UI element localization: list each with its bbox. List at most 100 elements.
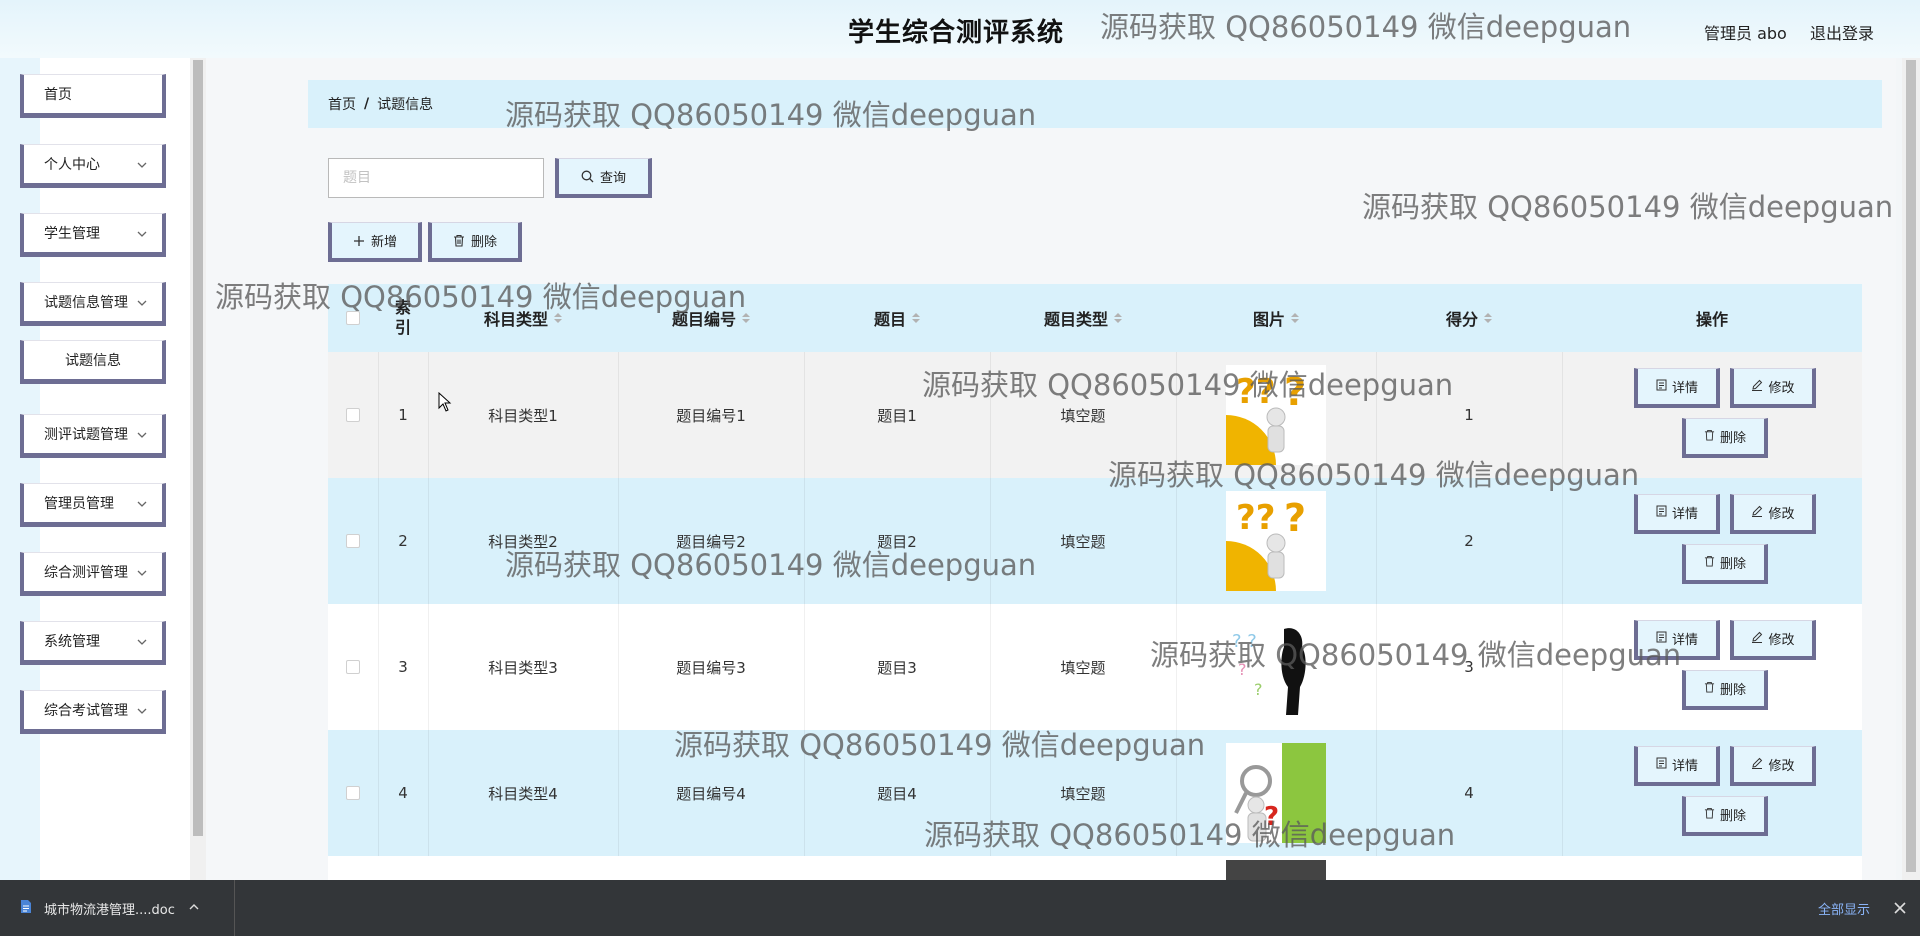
cell-score: 2 xyxy=(1376,478,1563,604)
column-header-score[interactable]: 得分 xyxy=(1376,284,1562,352)
sidebar-item-label: 学生管理 xyxy=(44,226,100,242)
column-header-subject[interactable]: 科目类型 xyxy=(428,284,618,352)
column-header-label: 索引 xyxy=(394,298,411,337)
delete-button-label: 删除 xyxy=(1719,557,1746,572)
column-header-label: 题目编号 xyxy=(671,310,736,329)
show-all-downloads-button[interactable]: 全部显示 xyxy=(1804,891,1884,925)
row-delete-button[interactable]: 删除 xyxy=(1682,544,1768,584)
sidebar-item-system-management[interactable]: 系统管理 xyxy=(20,621,166,665)
svg-text:?: ? xyxy=(1284,370,1306,414)
chevron-down-icon xyxy=(134,565,150,581)
question-mark-person-image[interactable]: ?? ? xyxy=(1226,365,1326,465)
detail-button[interactable]: 详情 xyxy=(1634,494,1720,534)
main-scrollbar[interactable] xyxy=(1902,58,1920,880)
silhouette-question-image[interactable]: ? ? ? ? xyxy=(1226,617,1326,717)
scrollbar-thumb[interactable] xyxy=(1906,60,1916,872)
edit-button-label: 修改 xyxy=(1768,507,1795,522)
row-delete-button[interactable]: 删除 xyxy=(1682,796,1768,836)
cell-question-type: 填空题 xyxy=(990,604,1177,730)
sidebar-item-personal-center[interactable]: 个人中心 xyxy=(20,144,166,188)
search-input[interactable] xyxy=(328,158,544,198)
column-header-question[interactable]: 题目 xyxy=(804,284,990,352)
table-row: 2 科目类型2 题目编号2 题目2 填空题 ?? ? 2 详情 修改 删除 xyxy=(328,478,1862,604)
select-all-checkbox[interactable] xyxy=(346,311,360,325)
cell-subject: 科目类型3 xyxy=(428,604,619,730)
sidebar-item-exam-management[interactable]: 综合考试管理 xyxy=(20,690,166,734)
question-mark-person-image[interactable]: ?? ? xyxy=(1226,491,1326,591)
cell-index: 2 xyxy=(378,478,429,604)
document-icon xyxy=(1656,631,1667,647)
batch-delete-button[interactable]: 删除 xyxy=(428,222,522,262)
sidebar-item-eval-questions[interactable]: 测评试题管理 xyxy=(20,414,166,458)
row-delete-button[interactable]: 删除 xyxy=(1682,418,1768,458)
document-icon xyxy=(1656,379,1667,395)
column-header-index: 索引 xyxy=(378,284,428,352)
trash-icon xyxy=(1704,681,1715,697)
column-header-image[interactable]: 图片 xyxy=(1176,284,1376,352)
cell-index: 3 xyxy=(378,604,429,730)
sidebar-item-student-management[interactable]: 学生管理 xyxy=(20,213,166,257)
edit-button[interactable]: 修改 xyxy=(1730,746,1816,786)
svg-text:?: ? xyxy=(1238,660,1247,679)
detail-button-label: 详情 xyxy=(1671,507,1698,522)
row-checkbox[interactable] xyxy=(346,408,360,422)
scrollbar-thumb[interactable] xyxy=(193,60,203,836)
cell-question-type: 填空题 xyxy=(990,352,1177,478)
cell-score: 3 xyxy=(1376,604,1563,730)
trash-icon xyxy=(453,234,465,247)
cell-image: ?? ? xyxy=(1176,352,1377,478)
column-header-label: 图片 xyxy=(1252,310,1285,329)
row-select[interactable] xyxy=(328,730,379,856)
sidebar-item-question-info[interactable]: 试题信息 xyxy=(20,340,166,384)
sort-icon[interactable] xyxy=(912,313,920,323)
row-checkbox[interactable] xyxy=(346,534,360,548)
add-button[interactable]: 新增 xyxy=(328,222,422,262)
chevron-down-icon xyxy=(134,634,150,650)
row-image-partial xyxy=(1226,860,1326,880)
edit-button[interactable]: 修改 xyxy=(1730,620,1816,660)
breadcrumb-home[interactable]: 首页 xyxy=(328,94,356,114)
detail-button[interactable]: 详情 xyxy=(1634,368,1720,408)
edit-button-label: 修改 xyxy=(1768,759,1795,774)
sort-icon[interactable] xyxy=(1114,313,1122,323)
row-select[interactable] xyxy=(328,604,379,730)
sidebar: 首页 个人中心 学生管理 试题信息管理 试题信息 测评试题管理 管理员管理 综合… xyxy=(0,58,190,880)
logout-link[interactable]: 退出登录 xyxy=(1810,20,1874,44)
cell-number: 题目编号2 xyxy=(618,478,805,604)
sidebar-scrollbar[interactable] xyxy=(190,58,206,880)
header-select-all[interactable] xyxy=(328,284,378,352)
sidebar-item-admin-management[interactable]: 管理员管理 xyxy=(20,483,166,527)
column-header-label: 操作 xyxy=(1695,310,1728,329)
search-button-label: 查询 xyxy=(599,171,626,186)
row-delete-button[interactable]: 删除 xyxy=(1682,670,1768,710)
detail-button[interactable]: 详情 xyxy=(1634,746,1720,786)
cell-question: 题目4 xyxy=(804,730,991,856)
table-row: 4 科目类型4 题目编号4 题目4 填空题 ? 4 详情 修改 删除 xyxy=(328,730,1862,856)
delete-button-label: 删除 xyxy=(1719,683,1746,698)
detail-button[interactable]: 详情 xyxy=(1634,620,1720,660)
chevron-up-icon[interactable] xyxy=(189,901,199,916)
row-select[interactable] xyxy=(328,352,379,478)
edit-button[interactable]: 修改 xyxy=(1730,494,1816,534)
row-select[interactable] xyxy=(328,478,379,604)
sort-icon[interactable] xyxy=(1484,313,1492,323)
magnifier-question-image[interactable]: ? xyxy=(1226,743,1326,843)
sidebar-item-question-management[interactable]: 试题信息管理 xyxy=(20,282,166,326)
cell-subject: 科目类型4 xyxy=(428,730,619,856)
column-header-question-type[interactable]: 题目类型 xyxy=(990,284,1176,352)
sort-icon[interactable] xyxy=(742,313,750,323)
close-icon[interactable] xyxy=(1890,898,1910,918)
row-checkbox[interactable] xyxy=(346,786,360,800)
row-checkbox[interactable] xyxy=(346,660,360,674)
sort-icon[interactable] xyxy=(1291,313,1299,323)
column-header-number[interactable]: 题目编号 xyxy=(618,284,804,352)
edit-button[interactable]: 修改 xyxy=(1730,368,1816,408)
edit-button-label: 修改 xyxy=(1768,381,1795,396)
sort-icon[interactable] xyxy=(554,313,562,323)
sidebar-item-home[interactable]: 首页 xyxy=(20,74,166,118)
table-row: 1 科目类型1 题目编号1 题目1 填空题 ?? ? 1 详情 修改 删除 xyxy=(328,352,1862,478)
download-item[interactable]: 城市物流港管理....doc xyxy=(0,880,235,936)
sidebar-item-comprehensive-eval[interactable]: 综合测评管理 xyxy=(20,552,166,596)
svg-text:?: ? xyxy=(1264,802,1279,832)
search-button[interactable]: 查询 xyxy=(555,158,652,198)
